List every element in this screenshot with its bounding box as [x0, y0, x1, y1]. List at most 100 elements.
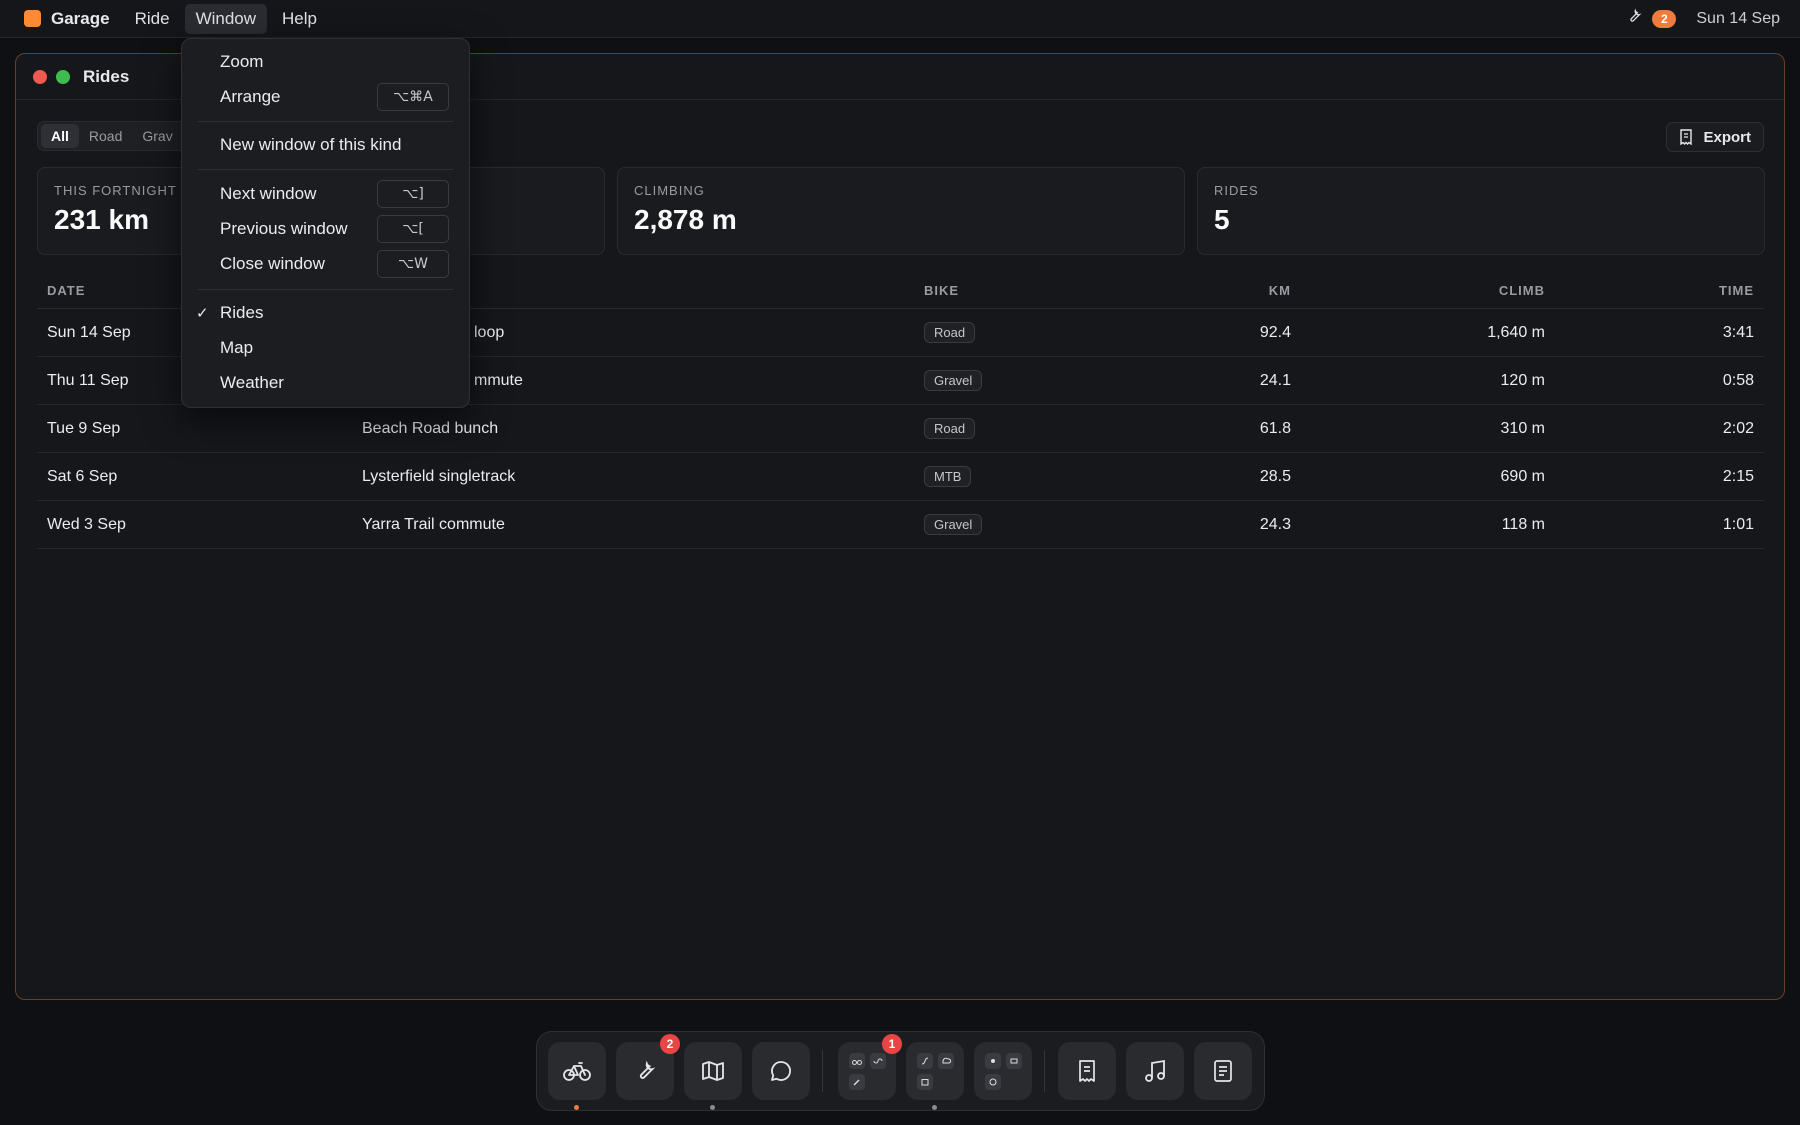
dock-receipts-button[interactable]	[1058, 1042, 1116, 1100]
rides-group-icon	[848, 1052, 886, 1090]
cell-date: Wed 3 Sep	[37, 500, 361, 549]
running-indicator	[710, 1105, 715, 1110]
dock-group-routes[interactable]	[906, 1042, 964, 1110]
music-icon	[1145, 1059, 1165, 1082]
cell-km: 24.3	[1185, 500, 1292, 549]
cell-date: Sat 6 Sep	[37, 452, 361, 501]
running-indicator	[574, 1105, 579, 1110]
dock-divider	[822, 1050, 823, 1092]
column-header-climb[interactable]: CLIMB	[1292, 272, 1546, 309]
cell-km: 92.4	[1185, 308, 1292, 357]
dock-divider	[1044, 1050, 1045, 1092]
stat-value: 2,878 m	[634, 204, 737, 235]
table-row[interactable]: Wed 3 Sep Yarra Trail commute Gravel 24.…	[37, 500, 1764, 549]
app-name-menu[interactable]: Garage	[51, 9, 110, 29]
cell-time: 2:15	[1546, 452, 1764, 501]
ride-name: mmute	[474, 371, 523, 389]
weather-group-icon	[984, 1052, 1022, 1090]
app-logo-icon	[24, 10, 41, 27]
map-icon	[702, 1061, 724, 1081]
wrench-status-icon[interactable]	[1626, 8, 1642, 29]
status-badge: 2	[1652, 9, 1677, 28]
dock-rides-button[interactable]	[548, 1042, 606, 1110]
cell-bike: Gravel	[923, 500, 1185, 549]
cell-name: Lysterfield singletrack	[361, 452, 923, 501]
menu-item-arrange[interactable]: Arrange ⌥⌘A	[182, 81, 469, 113]
receipt-icon	[1680, 129, 1693, 145]
stat-value: 5	[1214, 204, 1230, 235]
cell-climb: 690 m	[1292, 452, 1546, 501]
stat-value: 231 km	[54, 204, 149, 235]
menu-item-new-window[interactable]: New window of this kind	[182, 129, 469, 161]
dock-notes-button[interactable]	[1194, 1042, 1252, 1100]
filter-all[interactable]: All	[41, 124, 79, 148]
menu-item-label: Rides	[220, 303, 264, 322]
dock-group-rides[interactable]: 1	[838, 1034, 902, 1100]
cell-time: 1:01	[1546, 500, 1764, 549]
dock-music-button[interactable]	[1126, 1042, 1184, 1100]
cell-name: Yarra Trail commute	[361, 500, 923, 549]
chat-icon	[771, 1061, 791, 1081]
cell-time: 3:41	[1546, 308, 1764, 357]
column-header-bike[interactable]: BIKE	[923, 272, 1185, 309]
cell-climb: 310 m	[1292, 404, 1546, 453]
shortcut-hint: ⌥]	[377, 180, 449, 208]
stat-label: CLIMBING	[634, 183, 705, 198]
menu-item-window-rides[interactable]: ✓ Rides	[182, 297, 469, 329]
table-row[interactable]: Tue 9 Sep Beach Road bunch Road 61.8 310…	[37, 404, 1764, 453]
table-row[interactable]: Sat 6 Sep Lysterfield singletrack MTB 28…	[37, 452, 1764, 501]
cell-climb: 1,640 m	[1292, 308, 1546, 357]
window-menu-dropdown: Zoom Arrange ⌥⌘A New window of this kind…	[181, 38, 470, 408]
routes-group-icon	[916, 1052, 954, 1090]
running-indicator	[932, 1105, 937, 1110]
wrench-icon	[639, 1060, 656, 1079]
menu-item-label: Weather	[220, 373, 284, 392]
bike-icon	[563, 1062, 591, 1081]
dock-map-button[interactable]	[684, 1042, 742, 1110]
bike-tag: Road	[924, 322, 976, 343]
menu-item-label: Previous window	[220, 219, 348, 238]
stat-card-rides: RIDES 5	[1197, 167, 1765, 255]
dock-group-weather[interactable]	[974, 1042, 1032, 1100]
receipt-icon	[1079, 1060, 1095, 1082]
dock: 2 1	[536, 1031, 1265, 1111]
shortcut-hint: ⌥W	[377, 250, 449, 278]
menu-ride[interactable]: Ride	[124, 4, 181, 34]
menu-help[interactable]: Help	[271, 4, 328, 34]
dock-maintenance-button[interactable]: 2	[616, 1034, 680, 1100]
filter-road[interactable]: Road	[79, 124, 132, 148]
cell-bike: Road	[923, 404, 1185, 453]
shortcut-hint: ⌥[	[377, 215, 449, 243]
menu-item-window-weather[interactable]: Weather	[182, 367, 469, 399]
menu-item-label: New window of this kind	[220, 135, 402, 154]
column-header-time[interactable]: TIME	[1546, 272, 1764, 309]
stat-card-climbing: CLIMBING 2,878 m	[617, 167, 1185, 255]
menu-item-next-window[interactable]: Next window ⌥]	[182, 178, 469, 210]
menu-item-label: Zoom	[220, 52, 264, 71]
notification-badge: 2	[660, 1034, 680, 1054]
cell-climb: 118 m	[1292, 500, 1546, 549]
cell-km: 28.5	[1185, 452, 1292, 501]
dock-messages-button[interactable]	[752, 1042, 810, 1100]
cell-km: 61.8	[1185, 404, 1292, 453]
cell-bike: MTB	[923, 452, 1185, 501]
stat-label: THIS FORTNIGHT	[54, 183, 177, 198]
filter-gravel[interactable]: Grav	[132, 124, 182, 148]
zoom-window-button[interactable]	[56, 69, 70, 84]
menu-item-window-map[interactable]: Map	[182, 332, 469, 364]
menu-item-label: Next window	[220, 184, 317, 203]
menu-item-close-window[interactable]: Close window ⌥W	[182, 248, 469, 280]
close-window-button[interactable]	[33, 69, 47, 84]
export-button[interactable]: Export	[1666, 122, 1764, 152]
cell-bike: Road	[923, 308, 1185, 357]
cell-date: Tue 9 Sep	[37, 404, 361, 453]
menubar: Garage Ride Window Help 2 Sun 14 Sep	[0, 0, 1800, 38]
menu-item-zoom[interactable]: Zoom	[182, 46, 469, 78]
bike-tag: Gravel	[924, 514, 983, 535]
menu-divider	[198, 289, 453, 290]
menu-item-previous-window[interactable]: Previous window ⌥[	[182, 213, 469, 245]
notification-badge: 1	[882, 1034, 902, 1054]
menu-window[interactable]: Window	[184, 3, 268, 34]
column-header-km[interactable]: KM	[1185, 272, 1292, 309]
notes-icon	[1214, 1060, 1232, 1082]
